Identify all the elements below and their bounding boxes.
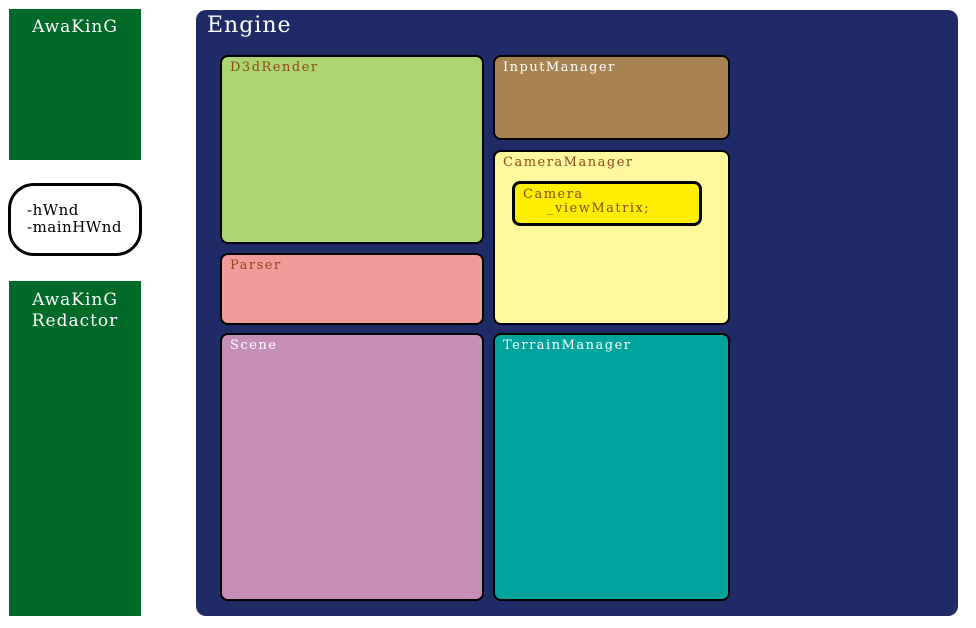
redactor-label-line-1: AwaKinG	[32, 290, 118, 310]
engine-title: Engine	[207, 13, 292, 38]
module-terrain-manager-label: TerrainManager	[503, 338, 632, 353]
awaking-block: AwaKinG	[9, 9, 141, 160]
module-parser-label: Parser	[230, 258, 282, 273]
module-scene: Scene	[220, 333, 484, 601]
camera-view-matrix: _viewMatrix;	[547, 201, 651, 216]
main-hwnd-line: -mainHWnd	[27, 218, 122, 236]
awaking-redactor-block: AwaKinG Redactor	[9, 281, 141, 616]
hwnd-box: -hWnd -mainHWnd	[8, 183, 142, 256]
camera-box: Camera _viewMatrix;	[512, 181, 702, 226]
module-terrain-manager: TerrainManager	[493, 333, 730, 601]
module-parser: Parser	[220, 253, 484, 325]
module-d3drender-label: D3dRender	[230, 60, 319, 75]
module-scene-label: Scene	[230, 338, 278, 353]
camera-label: Camera	[523, 187, 584, 202]
awaking-label: AwaKinG	[32, 17, 118, 37]
redactor-label-line-2: Redactor	[31, 311, 119, 331]
module-camera-manager-label: CameraManager	[503, 155, 634, 170]
module-input-manager: InputManager	[493, 55, 730, 140]
module-camera-manager: CameraManager	[493, 150, 730, 325]
module-d3drender: D3dRender	[220, 55, 484, 244]
module-input-manager-label: InputManager	[503, 60, 616, 75]
hwnd-line: -hWnd	[27, 201, 79, 219]
